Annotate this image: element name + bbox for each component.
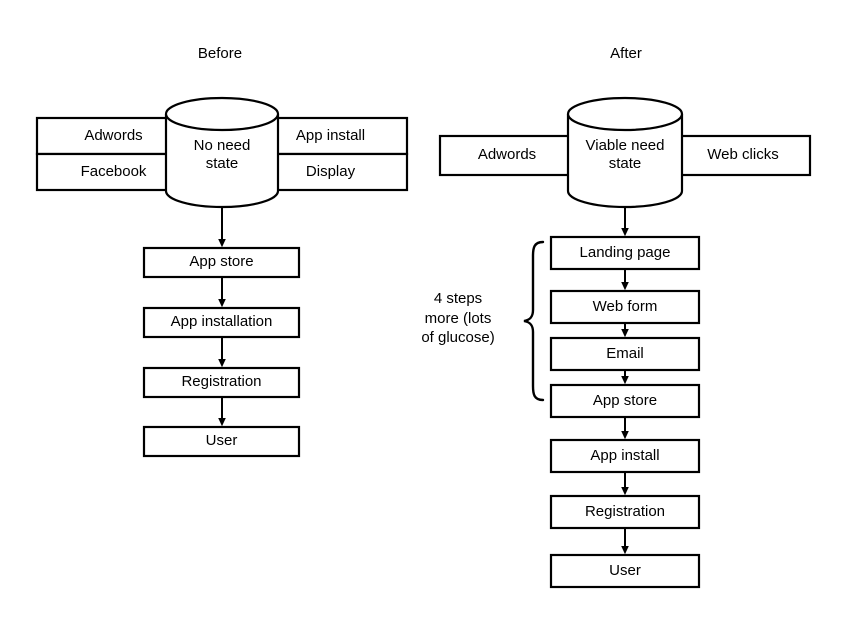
after-database-cylinder — [566, 96, 684, 209]
before-column-title: Before — [197, 45, 243, 62]
steps-brace — [523, 240, 545, 402]
after-right-input-box — [674, 134, 812, 177]
steps-annotation-text: 4 steps more (lots of glucose) — [421, 290, 495, 346]
after-left-input-box — [438, 134, 576, 177]
after-column-title: After — [610, 45, 642, 62]
before-database-cylinder — [164, 96, 280, 209]
diagram-canvas: Before After Adwords Facebook App instal… — [0, 0, 847, 618]
